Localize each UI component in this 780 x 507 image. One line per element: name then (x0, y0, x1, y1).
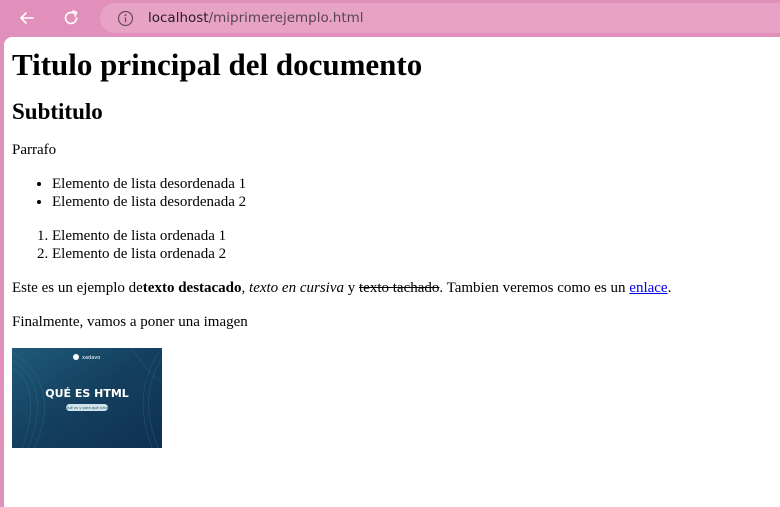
html-banner-image: xadavo QUÉ ES HTML ¿Qué es y para qué si… (12, 348, 162, 448)
brand-logo-icon (73, 354, 79, 360)
image-heading-text: QUÉ ES HTML (45, 387, 129, 400)
arrow-left-icon (20, 12, 34, 24)
page-title: Titulo principal del documento (12, 47, 423, 82)
paragraph: Parrafo (12, 142, 57, 158)
reload-button[interactable] (56, 4, 86, 32)
image-brand-text: xadavo (82, 355, 100, 361)
document-body: Titulo principal del documento Subtitulo… (12, 37, 772, 448)
page-viewport: Titulo principal del documento Subtitulo… (4, 37, 780, 507)
address-bar[interactable]: localhost/miprimerejemplo.html (100, 3, 780, 33)
example-text-middle: . Tambien veremos como es un (439, 280, 630, 296)
strikethrough-text: texto tachado (359, 280, 440, 296)
italic-text: texto en cursiva (249, 280, 344, 296)
url-host: localhost (148, 10, 209, 26)
bold-text: texto destacado (142, 280, 242, 296)
browser-window: localhost/miprimerejemplo.html Titulo pr… (0, 0, 780, 507)
reload-icon (64, 10, 78, 25)
back-button[interactable] (12, 4, 42, 32)
example-text-start: Este es un ejemplo de (12, 280, 143, 296)
example-link[interactable]: enlace (629, 280, 667, 296)
list-item: Elemento de lista ordenada 1 (52, 227, 772, 245)
ordered-list: Elemento de lista ordenada 1 Elemento de… (12, 227, 772, 263)
list-item: Elemento de lista desordenada 1 (52, 175, 772, 193)
image-pill-text: ¿Qué es y para qué sirve? (64, 406, 111, 410)
example-paragraph: Este es un ejemplo detexto destacado, te… (12, 279, 772, 297)
final-paragraph: Finalmente, vamos a poner una imagen (12, 314, 248, 330)
list-item: Elemento de lista ordenada 2 (52, 245, 772, 263)
browser-toolbar: localhost/miprimerejemplo.html (0, 0, 780, 36)
example-separator: , (241, 280, 250, 296)
unordered-list: Elemento de lista desordenada 1 Elemento… (12, 175, 772, 211)
example-text-end: . (667, 280, 672, 296)
page-subtitle: Subtitulo (12, 99, 103, 124)
site-info-icon[interactable] (116, 9, 134, 27)
url-text: localhost/miprimerejemplo.html (148, 10, 364, 26)
list-item: Elemento de lista desordenada 2 (52, 193, 772, 211)
example-separator: y (344, 280, 359, 296)
url-path: /miprimerejemplo.html (208, 10, 364, 26)
